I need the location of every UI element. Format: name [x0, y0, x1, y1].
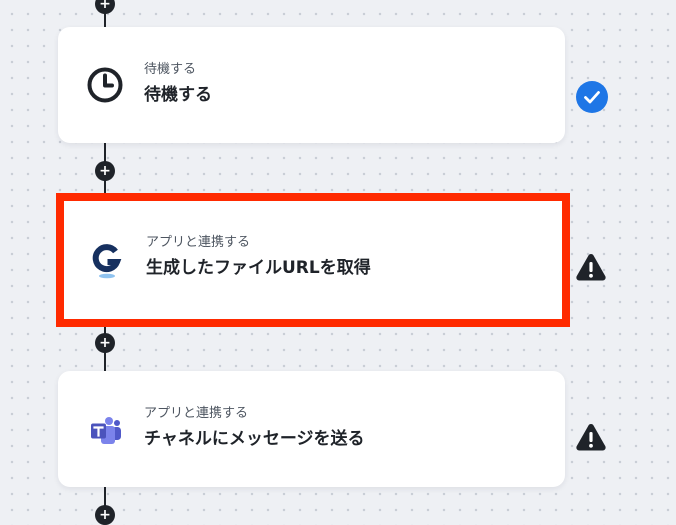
warning-icon — [575, 421, 607, 453]
add-step-button[interactable]: + — [95, 505, 115, 525]
plus-icon: + — [99, 162, 111, 179]
plus-icon: + — [99, 506, 111, 523]
g-app-logo-icon — [87, 240, 127, 280]
microsoft-teams-icon — [85, 411, 125, 451]
flow-step-card-send-channel-message[interactable]: アプリと連携する チャネルにメッセージを送る — [58, 371, 565, 487]
plus-icon: + — [99, 334, 111, 351]
step-title: 待機する — [144, 85, 212, 105]
plus-icon: + — [99, 0, 111, 12]
add-step-button[interactable]: + — [95, 333, 115, 353]
step-category-label: アプリと連携する — [146, 235, 251, 250]
check-circle-icon — [576, 81, 608, 113]
flow-step-card-get-file-url[interactable]: アプリと連携する 生成したファイルURLを取得 — [56, 193, 570, 327]
clock-icon — [85, 65, 125, 105]
step-category-label: アプリと連携する — [144, 406, 249, 421]
step-title: 生成したファイルURLを取得 — [146, 258, 371, 278]
add-step-button[interactable]: + — [95, 161, 115, 181]
flow-step-card-wait[interactable]: 待機する 待機する — [58, 27, 565, 143]
warning-icon — [575, 251, 607, 283]
step-category-label: 待機する — [144, 62, 197, 77]
step-title: チャネルにメッセージを送る — [144, 429, 365, 449]
add-step-button[interactable]: + — [95, 0, 115, 14]
